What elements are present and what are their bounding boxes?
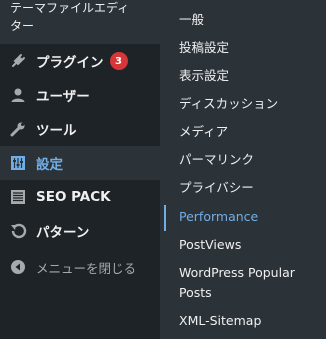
sidebar-item-theme-file-editor[interactable]: テーマファイルエディ ター	[0, 0, 160, 44]
submenu-item-xml-sitemap[interactable]: XML-Sitemap	[160, 311, 326, 331]
user-icon	[8, 85, 28, 105]
submenu-item-postviews[interactable]: PostViews	[160, 235, 326, 255]
submenu-item-general[interactable]: 一般	[160, 10, 326, 30]
submenu-item-writing[interactable]: 投稿設定	[160, 38, 326, 58]
submenu-pointer-arrow	[152, 155, 160, 171]
submenu-item-reading[interactable]: 表示設定	[160, 66, 326, 86]
sidebar-item-label: プラグイン	[36, 55, 104, 71]
wrench-icon	[8, 119, 28, 139]
collapse-menu-button[interactable]: メニューを閉じる	[0, 250, 160, 284]
sidebar-item-label: パターン	[36, 225, 90, 241]
submenu-item-permalinks[interactable]: パーマリンク	[160, 150, 326, 170]
submenu-item-label: Performance	[179, 209, 259, 224]
list-icon	[8, 187, 28, 207]
submenu-item-wordpress-popular-posts[interactable]: WordPress Popular Posts	[160, 263, 320, 303]
theme-file-editor-label-line2: ター	[10, 19, 35, 33]
sidebar-item-users[interactable]: ユーザー	[0, 78, 160, 112]
settings-submenu: 一般 投稿設定 表示設定 ディスカッション メディア パーマリンク プライバシー…	[160, 0, 326, 339]
settings-sliders-icon	[8, 153, 28, 173]
current-item-indicator	[164, 205, 166, 231]
undo-icon	[8, 221, 28, 241]
sidebar-item-plugins[interactable]: プラグイン 3	[0, 44, 160, 78]
sidebar-item-label: ユーザー	[36, 89, 90, 105]
sidebar-item-label: メニューを閉じる	[36, 260, 137, 276]
theme-file-editor-label-line1: テーマファイルエディ	[10, 1, 130, 15]
submenu-item-performance[interactable]: Performance	[160, 205, 326, 231]
sidebar-item-settings[interactable]: 設定	[0, 146, 160, 180]
plugin-icon	[8, 51, 28, 71]
admin-sidebar: テーマファイルエディ ター プラグイン 3 ユーザー ツール 設定 SEO PA…	[0, 0, 160, 339]
submenu-item-privacy[interactable]: プライバシー	[160, 178, 326, 198]
sidebar-item-label: SEO PACK	[36, 189, 111, 205]
sidebar-item-seo-pack[interactable]: SEO PACK	[0, 180, 160, 214]
sidebar-item-patterns[interactable]: パターン	[0, 214, 160, 248]
submenu-item-discussion[interactable]: ディスカッション	[160, 94, 326, 114]
sidebar-item-label: ツール	[36, 123, 77, 139]
sidebar-item-label: 設定	[36, 157, 63, 173]
update-count-badge: 3	[109, 52, 128, 70]
collapse-icon	[8, 257, 28, 277]
submenu-item-media[interactable]: メディア	[160, 122, 326, 142]
sidebar-item-tools[interactable]: ツール	[0, 112, 160, 146]
